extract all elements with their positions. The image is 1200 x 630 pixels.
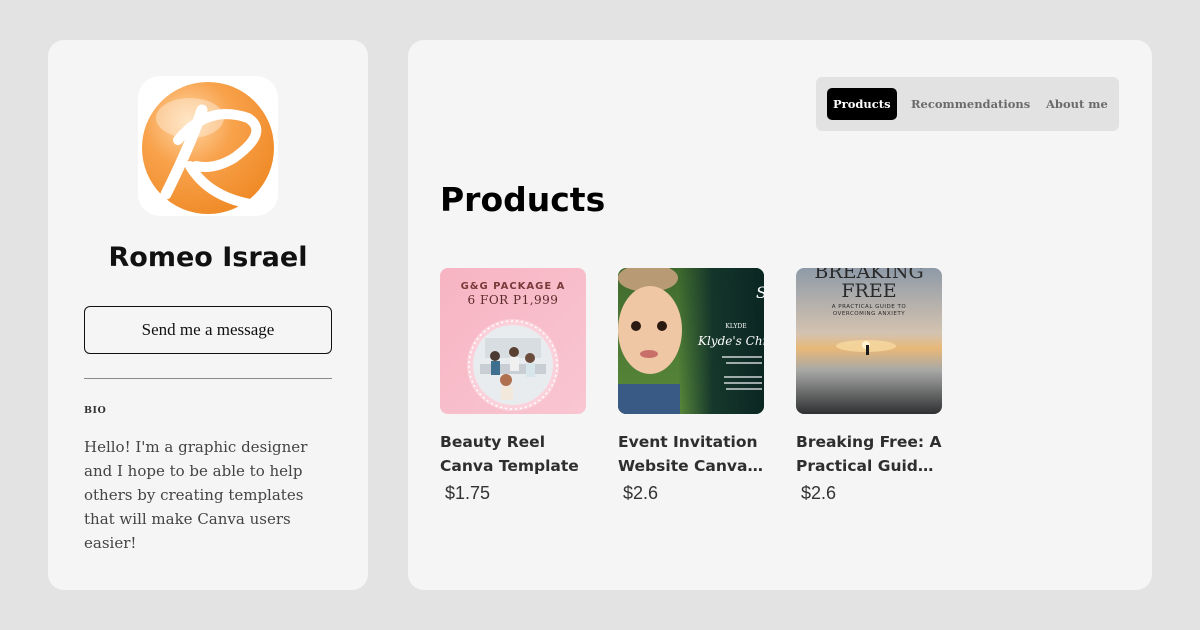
product-thumbnail[interactable]: G&G PACKAGE A 6 FOR P1,999 xyxy=(440,268,586,414)
product-price: $2.6 xyxy=(801,483,837,503)
send-message-button[interactable]: Send me a message xyxy=(84,306,332,354)
product-title[interactable]: Website Canva… xyxy=(618,454,764,478)
product-thumbnail[interactable]: KLYDE Klyde's Chr S xyxy=(618,268,764,414)
thumb-text: Klyde's Chr xyxy=(697,334,764,348)
orange-r-logo-icon xyxy=(142,82,274,214)
section-title: Products xyxy=(440,180,606,219)
profile-card: Romeo Israel Send me a message BIO Hello… xyxy=(48,40,368,590)
thumb-text: 6 FOR P1,999 xyxy=(468,293,559,307)
tab-products[interactable]: Products xyxy=(827,88,897,120)
thumb-text: FREE xyxy=(841,280,896,302)
product-title[interactable]: Breaking Free: A xyxy=(796,430,942,454)
product-card[interactable]: G&G PACKAGE A 6 FOR P1,999 Beauty Reel C… xyxy=(440,268,586,504)
product-title[interactable]: Canva Template xyxy=(440,454,586,478)
profile-name: Romeo Israel xyxy=(108,242,308,273)
product-title[interactable]: Event Invitation xyxy=(618,430,764,454)
tab-bar: Products Recommendations About me xyxy=(816,77,1119,131)
thumb-text: KLYDE xyxy=(725,323,746,330)
tab-about-me[interactable]: About me xyxy=(1046,88,1108,120)
tab-recommendations[interactable]: Recommendations xyxy=(911,88,1030,120)
thumb-text: G&G PACKAGE A xyxy=(461,281,566,292)
divider xyxy=(84,378,332,379)
thumb-text: A PRACTICAL GUIDE TO xyxy=(832,304,907,310)
svg-text:S: S xyxy=(756,283,764,302)
product-card[interactable]: KLYDE Klyde's Chr S Event Invitation Web… xyxy=(618,268,764,504)
thumb-text: OVERCOMING ANXIETY xyxy=(833,311,905,317)
avatar[interactable] xyxy=(138,76,278,216)
product-price: $1.75 xyxy=(445,483,491,503)
main-card: Products Recommendations About me Produc… xyxy=(408,40,1152,590)
bio-text: Hello! I'm a graphic designer and I hope… xyxy=(84,438,308,552)
product-price: $2.6 xyxy=(623,483,659,503)
product-title[interactable]: Practical Guide T… xyxy=(796,454,942,478)
product-thumbnail[interactable]: BREAKING FREE A PRACTICAL GUIDE TO OVERC… xyxy=(796,268,942,414)
product-title[interactable]: Beauty Reel xyxy=(440,430,586,454)
product-card[interactable]: BREAKING FREE A PRACTICAL GUIDE TO OVERC… xyxy=(796,268,942,504)
bio-label: BIO xyxy=(84,405,107,416)
